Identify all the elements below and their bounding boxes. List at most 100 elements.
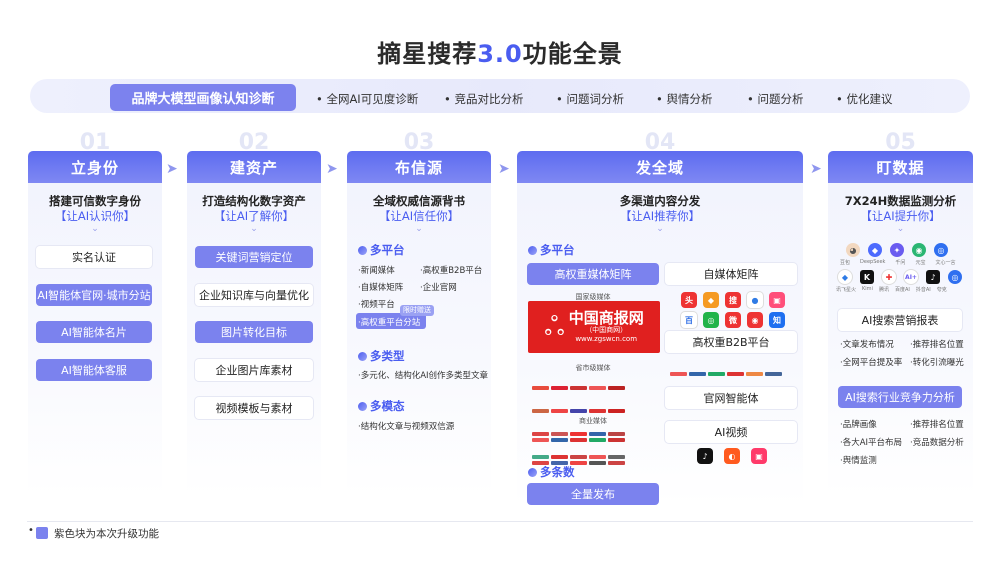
baidu-ai-icon: AI+ [904,270,918,284]
zhihu-icon: 知 [769,312,785,328]
list-item: ·各大AI平台布局 [840,438,903,448]
feature-block: 企业知识库与向量优化 [195,284,313,306]
list-item: ·文章发布情况 [840,340,894,350]
column-subtitle: 打造结构化数字资产 [202,194,306,208]
column-header: 建资产 [187,151,321,183]
page-title: 摘星搜荐3.0功能全景 [0,34,1000,69]
section-heading: 多条数 [528,464,575,480]
banner-item: • 竞品对比分析 [444,92,524,106]
upgrade-block: AI智能体名片 [36,321,152,343]
bullet-icon [528,245,537,255]
bullet-icon [528,467,537,477]
ai-logo-label: 千问 [895,260,906,266]
feature-block: 自媒体矩阵 [665,263,797,285]
list-item: ·推荐排名位置 [910,420,964,430]
upgrade-block: 高权重媒体矩阵 [527,263,659,285]
kimi-icon: K [860,270,874,284]
chevron-right-icon: ➤ [166,161,178,177]
column-subtitle: 搭建可信数字身份 [49,194,141,208]
list-item: ·舆情监测 [840,456,877,466]
upgrade-block: AI智能体官网·城市分站 [36,284,152,306]
wechat-icon: ◎ [703,312,719,328]
deepseek-icon: ◆ [868,243,882,257]
section-heading: 多模态 [358,398,405,414]
section-heading: 多类型 [358,348,405,364]
upgrade-block: 关键词营销定位 [195,246,313,268]
sohu-icon: 搜 [725,292,741,308]
qwen-icon: ✦ [890,243,904,257]
column-subtitle: 多渠道内容分发 [619,194,701,208]
ai-logo-label: 夸克 [936,287,947,293]
legend-bullet: • [28,525,34,536]
legend-swatch [36,527,48,539]
upgrade-block: 图片转化目标 [195,321,313,343]
logo-mark-icon: ஃ [544,312,565,342]
list-item: ·多元化、结构化AI创作多类型文章 [358,371,489,381]
list-item: ·品牌画像 [840,420,877,430]
column-header: 布信源 [347,151,491,183]
section-heading: 多平台 [358,242,405,258]
list-item: ·企业官网 [420,283,457,293]
bullet-icon [358,245,367,255]
xinghuo-icon: ◆ [838,270,852,284]
media-caption: 省市级媒体 [575,364,611,372]
banner-item: • 问题分析 [747,92,804,106]
feature-block: 实名认证 [36,246,152,268]
list-item: ·全网平台提及率 [840,358,903,368]
list-item: ·新闻媒体 [358,266,395,276]
ai-platform-logos-row1: ◕ ◆ ✦ ◉ ◎ [846,243,948,257]
list-item: ·自媒体矩阵 [358,283,404,293]
yuanbao-icon: ◉ [912,243,926,257]
tencent-icon: ✚ [882,270,896,284]
toutiao-icon: 头 [681,292,697,308]
app-icon: ▣ [769,292,785,308]
ai-logo-label: 文心一言 [935,260,956,266]
feature-block: AI视频 [665,421,797,443]
app-icon: ◉ [747,312,763,328]
title-part3: 功能全景 [522,40,623,68]
ai-logo-label: 讯飞星火 [836,287,857,293]
app-icon: ● [747,292,763,308]
ai-logo-label: 腾讯 [878,287,889,293]
wenxin-icon: ◎ [934,243,948,257]
chevron-down-icon: ⌄ [250,224,258,234]
ai-platform-names-row2: 讯飞星火 Kimi 腾讯 百度AI 抖音AI 夸克 [836,286,947,293]
app-icon: ▣ [751,448,767,464]
ai-logo-label: DeepSeek [860,259,886,265]
chevron-right-icon: ➤ [326,161,338,177]
upgrade-block: 全量发布 [527,483,659,505]
ai-logo-label: 豆包 [840,260,851,266]
promo-badge: 限时赠送 [400,305,434,316]
ai-logo-label: 抖音AI [915,287,931,293]
list-item: ·推荐排名位置 [910,340,964,350]
list-item: ·高权重平台分站 [358,318,421,328]
banner-item: • 舆情分析 [656,92,713,106]
list-item: ·视频平台 [358,300,395,310]
kuaishou-icon: ◐ [724,448,740,464]
chevron-right-icon: ➤ [498,161,510,177]
feature-block: 高权重B2B平台 [665,331,797,353]
column-tag: 【让AI了解你】 [213,209,295,223]
logo-url: www.zgswcn.com [575,335,638,343]
column-tag: 【让AI信任你】 [378,209,460,223]
bullet-icon [358,351,367,361]
ai-logo-label: Kimi [862,286,873,292]
feature-block: 企业图片库素材 [195,359,313,381]
section-heading: 多平台 [528,242,575,258]
feature-block: 视频模板与素材 [195,397,313,419]
chevron-down-icon: ⌄ [415,224,423,234]
legend-text: 紫色块为本次升级功能 [54,528,159,540]
banner-item: • 全网AI可见度诊断 [316,92,419,106]
ai-logo-label: 百度AI [894,287,910,293]
title-version: 3.0 [477,40,523,68]
ai-platform-logos-row2: ◆ K ✚ AI+ ♪ ◎ [838,270,962,284]
logo-text: 中国商报网 [568,309,644,327]
chevron-down-icon: ⌄ [896,224,905,234]
feature-block: AI搜索营销报表 [838,309,962,331]
bullet-icon [358,401,367,411]
list-item: ·转化引流曝光 [910,358,964,368]
ai-platform-names-row1: 豆包 DeepSeek 千问 元宝 文心一言 [840,259,955,266]
banner-item: • 优化建议 [836,92,893,106]
zgswcn-logo: ஃ 中国商报网 （中国商网） www.zgswcn.com [528,301,660,353]
chevron-down-icon: ⌄ [656,224,664,234]
